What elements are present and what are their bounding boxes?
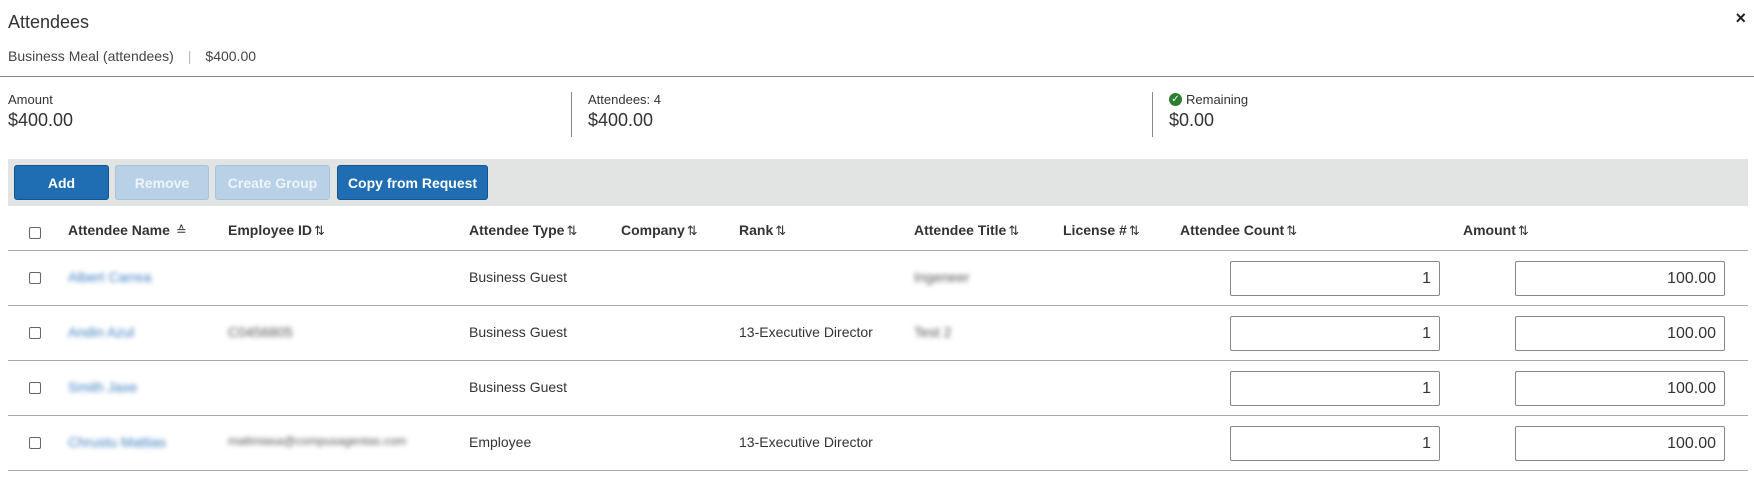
employee-id: mattmiasa@compusagentas.com	[228, 434, 407, 448]
header-employee-id[interactable]: Employee ID ⇅	[228, 222, 325, 239]
header-label: Attendee Name	[68, 222, 170, 238]
rank: 13-Executive Director	[739, 434, 873, 450]
create-group-button[interactable]: Create Group	[215, 165, 330, 200]
attendee-count-input[interactable]: 1	[1230, 261, 1440, 296]
header-attendee-title[interactable]: Attendee Title ⇅	[914, 222, 1019, 239]
summary-divider	[1152, 92, 1153, 137]
amount-input[interactable]: 100.00	[1515, 371, 1725, 406]
table-row: Andin Azul C0456805 Business Guest 13-Ex…	[8, 306, 1748, 361]
amount-input[interactable]: 100.00	[1515, 426, 1725, 461]
sort-icon[interactable]: ⇅	[566, 223, 577, 238]
header-rank[interactable]: Rank ⇅	[739, 222, 786, 239]
summary-attendees: Attendees: 4 $400.00	[588, 92, 661, 131]
attendee-name-link[interactable]: Chrustu Mattias	[68, 434, 166, 450]
close-icon[interactable]: ×	[1735, 8, 1746, 29]
table-row: Albert Carrea Business Guest Ingeneer 1 …	[8, 251, 1748, 306]
attendee-type: Employee	[469, 434, 532, 450]
header-amount[interactable]: Amount ⇅	[1463, 222, 1529, 239]
attendee-type: Business Guest	[469, 324, 568, 340]
copy-from-request-button[interactable]: Copy from Request	[337, 165, 488, 200]
header-label: Attendee Type	[469, 222, 565, 238]
header-company[interactable]: Company ⇅	[621, 222, 698, 239]
header-label: Attendee Count	[1180, 222, 1285, 238]
summary-remaining: ✓ Remaining $0.00	[1169, 92, 1248, 131]
row-checkbox[interactable]	[29, 327, 41, 339]
remaining-label: Remaining	[1186, 92, 1249, 107]
amount-input[interactable]: 100.00	[1515, 261, 1725, 296]
header-label: License #	[1063, 222, 1127, 238]
attendee-count-input[interactable]: 1	[1230, 426, 1440, 461]
table-row: Smith Jaxe Business Guest 1 100.00	[8, 361, 1748, 416]
expense-type: Business Meal (attendees)	[8, 48, 174, 64]
check-circle-icon: ✓	[1169, 93, 1182, 106]
attendee-title: Ingeneer	[914, 269, 970, 285]
header-label: Employee ID	[228, 222, 313, 238]
sort-icon[interactable]: ⇅	[1129, 223, 1140, 238]
attendee-name-link[interactable]: Andin Azul	[68, 324, 134, 340]
attendee-toolbar: Add Remove Create Group Copy from Reques…	[8, 159, 1748, 206]
attendees-label: Attendees: 4	[588, 92, 661, 107]
row-checkbox[interactable]	[29, 382, 41, 394]
add-button[interactable]: Add	[14, 165, 109, 200]
expense-amount: $400.00	[205, 48, 257, 64]
amount-input[interactable]: 100.00	[1515, 316, 1725, 351]
header-label: Rank	[739, 222, 774, 238]
header-license[interactable]: License # ⇅	[1063, 222, 1140, 239]
attendee-name-link[interactable]: Albert Carrea	[68, 269, 151, 285]
amount-value: $400.00	[8, 110, 74, 130]
attendee-name-link[interactable]: Smith Jaxe	[68, 379, 137, 395]
attendee-type: Business Guest	[469, 269, 568, 285]
attendee-title: Test 2	[914, 324, 952, 340]
select-all-checkbox[interactable]	[29, 227, 41, 239]
header-label: Amount	[1463, 222, 1516, 238]
remove-button[interactable]: Remove	[115, 165, 209, 200]
remaining-value: $0.00	[1169, 110, 1215, 130]
dialog-title: Attendees	[8, 12, 90, 32]
summary-divider	[571, 92, 572, 137]
sort-icon[interactable]: ⇅	[1518, 223, 1529, 238]
attendee-count-input[interactable]: 1	[1230, 316, 1440, 351]
employee-id: C0456805	[228, 324, 293, 340]
table-header: Attendee Name ≙ Employee ID ⇅ Attendee Ty…	[8, 210, 1748, 251]
header-attendee-type[interactable]: Attendee Type ⇅	[469, 222, 577, 239]
row-checkbox[interactable]	[29, 272, 41, 284]
expense-subtitle: Business Meal (attendees) | $400.00	[8, 48, 256, 64]
divider: |	[187, 48, 192, 64]
remaining-label-row: ✓ Remaining	[1169, 92, 1248, 107]
rank: 13-Executive Director	[739, 324, 873, 340]
row-checkbox[interactable]	[29, 437, 41, 449]
header-label: Attendee Title	[914, 222, 1007, 238]
attendees-value: $400.00	[588, 110, 654, 130]
header-label: Company	[621, 222, 685, 238]
header-divider	[0, 76, 1754, 77]
sort-icon[interactable]: ⇅	[314, 223, 325, 238]
attendee-count-input[interactable]: 1	[1230, 371, 1440, 406]
summary-panel: Amount $400.00 Attendees: 4 $400.00 ✓ Rem…	[0, 92, 1754, 142]
header-attendee-name[interactable]: Attendee Name ≙	[68, 222, 187, 239]
attendee-type: Business Guest	[469, 379, 568, 395]
sort-icon[interactable]: ⇅	[687, 223, 698, 238]
table-row: Chrustu Mattias mattmiasa@compusagentas.…	[8, 416, 1748, 471]
sort-asc-icon[interactable]: ≙	[176, 223, 187, 238]
amount-label: Amount	[8, 92, 53, 107]
dialog-header: Attendees	[8, 12, 89, 33]
sort-icon[interactable]: ⇅	[1286, 223, 1297, 238]
summary-amount: Amount $400.00	[8, 92, 73, 131]
sort-icon[interactable]: ⇅	[775, 223, 786, 238]
header-attendee-count[interactable]: Attendee Count ⇅	[1180, 222, 1297, 239]
sort-icon[interactable]: ⇅	[1008, 223, 1019, 238]
